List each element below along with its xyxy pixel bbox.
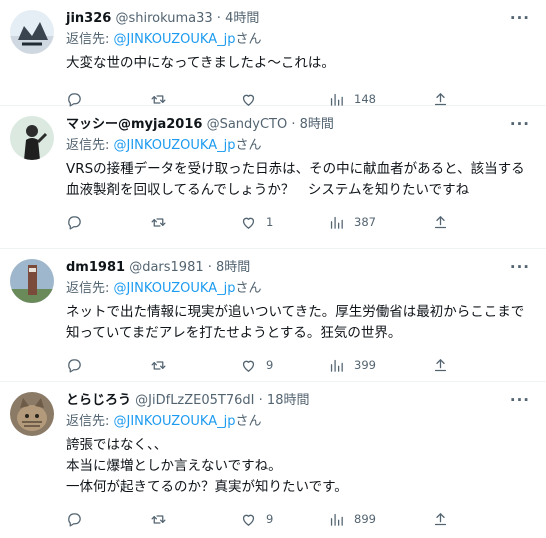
retweet-icon bbox=[151, 514, 166, 524]
reply-to-link[interactable]: @JINKOUZOUKA_jp bbox=[114, 414, 236, 429]
reply-context: 返信先: @JINKOUZOUKA_jpさん bbox=[66, 137, 532, 155]
reply-suffix: さん bbox=[235, 138, 262, 153]
reply-to-link[interactable]: @JINKOUZOUKA_jp bbox=[114, 138, 236, 153]
retweet-icon bbox=[151, 94, 166, 104]
reply-icon bbox=[68, 358, 81, 373]
views-count: 148 bbox=[354, 92, 376, 106]
display-name[interactable]: jin326 bbox=[66, 11, 111, 26]
like-count: 9 bbox=[266, 358, 274, 372]
reply-to-link[interactable]: @JINKOUZOUKA_jp bbox=[114, 32, 236, 47]
separator-dot: · bbox=[216, 11, 221, 26]
views-icon bbox=[330, 216, 343, 229]
retweet-button[interactable] bbox=[150, 213, 176, 231]
handle[interactable]: @dars1981 bbox=[129, 260, 203, 275]
handle[interactable]: @shirokuma33 bbox=[115, 11, 212, 26]
tweet-header: マッシー@myja2016 @SandyCTO · 8時間 bbox=[66, 116, 532, 134]
tweet-text: VRSの接種データを受け取った日赤は、その中に献血者があると、該当する血液製剤を… bbox=[66, 161, 525, 198]
reply-suffix: さん bbox=[235, 32, 262, 47]
separator-dot: · bbox=[207, 260, 212, 275]
views-button[interactable]: 899 bbox=[328, 510, 376, 528]
views-button[interactable]: 399 bbox=[328, 356, 376, 374]
reply-icon bbox=[68, 215, 81, 230]
display-name[interactable]: とらじろう bbox=[66, 393, 131, 408]
share-button[interactable] bbox=[432, 356, 449, 374]
handle[interactable]: @JiDfLzZE05T76dI bbox=[135, 393, 254, 408]
handle[interactable]: @SandyCTO bbox=[207, 117, 288, 132]
display-name[interactable]: マッシー@myja2016 bbox=[66, 117, 202, 132]
reply-button[interactable] bbox=[66, 510, 92, 528]
reply-prefix: 返信先: bbox=[66, 414, 114, 429]
like-button[interactable]: 1 bbox=[240, 213, 273, 231]
retweet-icon bbox=[151, 360, 166, 370]
more-icon[interactable]: ··· bbox=[510, 115, 530, 133]
action-bar: 1 387 bbox=[66, 205, 532, 241]
more-icon[interactable]: ··· bbox=[510, 9, 530, 27]
tweet-header: とらじろう @JiDfLzZE05T76dI · 18時間 bbox=[66, 392, 532, 410]
like-count: 9 bbox=[266, 512, 274, 526]
tweet-text: ネットで出た情報に現実が追いついてきた。厚生労働省は最初からここまで知っていてま… bbox=[66, 304, 525, 341]
views-button[interactable]: 387 bbox=[328, 213, 376, 231]
retweet-button[interactable] bbox=[150, 510, 176, 528]
reply-context: 返信先: @JINKOUZOUKA_jpさん bbox=[66, 280, 532, 298]
reply-suffix: さん bbox=[235, 414, 262, 429]
views-icon bbox=[330, 93, 343, 106]
tweet[interactable]: dm1981 @dars1981 · 8時間 ··· 返信先: @JINKOUZ… bbox=[0, 249, 546, 382]
reply-icon bbox=[68, 512, 81, 527]
share-icon bbox=[434, 92, 447, 105]
timestamp[interactable]: 18時間 bbox=[267, 393, 310, 408]
retweet-button[interactable] bbox=[150, 356, 176, 374]
reply-to-link[interactable]: @JINKOUZOUKA_jp bbox=[114, 281, 236, 296]
avatar[interactable] bbox=[10, 116, 54, 160]
action-bar: 9 899 bbox=[66, 502, 532, 538]
reply-context: 返信先: @JINKOUZOUKA_jpさん bbox=[66, 413, 532, 431]
reply-prefix: 返信先: bbox=[66, 32, 114, 47]
more-icon[interactable]: ··· bbox=[510, 258, 530, 276]
views-icon bbox=[330, 359, 343, 372]
timestamp[interactable]: 8時間 bbox=[300, 117, 334, 132]
separator-dot: · bbox=[258, 393, 263, 408]
tweet[interactable]: マッシー@myja2016 @SandyCTO · 8時間 ··· 返信先: @… bbox=[0, 106, 546, 249]
like-icon bbox=[242, 217, 255, 229]
tweet[interactable]: jin326 @shirokuma33 · 4時間 ··· 返信先: @JINK… bbox=[0, 0, 546, 107]
like-button[interactable]: 9 bbox=[240, 356, 273, 374]
retweet-icon bbox=[151, 217, 166, 227]
share-icon bbox=[434, 512, 447, 525]
views-count: 387 bbox=[354, 215, 376, 229]
tweet-header: dm1981 @dars1981 · 8時間 bbox=[66, 259, 532, 277]
reply-button[interactable] bbox=[66, 213, 92, 231]
reply-suffix: さん bbox=[235, 281, 262, 296]
views-icon bbox=[330, 513, 343, 526]
more-icon[interactable]: ··· bbox=[510, 391, 530, 409]
like-button[interactable]: 9 bbox=[240, 510, 273, 528]
like-icon bbox=[242, 360, 255, 372]
tweet[interactable]: とらじろう @JiDfLzZE05T76dI · 18時間 ··· 返信先: @… bbox=[0, 382, 546, 536]
reply-context: 返信先: @JINKOUZOUKA_jpさん bbox=[66, 31, 532, 49]
like-icon bbox=[242, 514, 255, 526]
reply-icon bbox=[68, 92, 81, 107]
reply-button[interactable] bbox=[66, 356, 92, 374]
share-button[interactable] bbox=[432, 510, 449, 528]
display-name[interactable]: dm1981 bbox=[66, 260, 125, 275]
tweet-text: 誇張ではなく、、 本当に爆増としか言えないですね。 一体何が起きてるのか？真実が… bbox=[66, 437, 348, 495]
action-bar: 9 399 bbox=[66, 348, 532, 384]
avatar[interactable] bbox=[10, 259, 54, 303]
avatar[interactable] bbox=[10, 10, 54, 54]
tweet-header: jin326 @shirokuma33 · 4時間 bbox=[66, 10, 532, 28]
tweet-text: 大変な世の中になってきましたよ〜これは。 bbox=[66, 55, 335, 71]
reply-prefix: 返信先: bbox=[66, 138, 114, 153]
share-icon bbox=[434, 215, 447, 228]
separator-dot: · bbox=[291, 117, 296, 132]
views-count: 899 bbox=[354, 512, 376, 526]
timestamp[interactable]: 4時間 bbox=[225, 11, 259, 26]
avatar[interactable] bbox=[10, 392, 54, 436]
timestamp[interactable]: 8時間 bbox=[216, 260, 250, 275]
like-icon bbox=[242, 94, 255, 106]
reply-prefix: 返信先: bbox=[66, 281, 114, 296]
views-count: 399 bbox=[354, 358, 376, 372]
share-icon bbox=[434, 358, 447, 371]
share-button[interactable] bbox=[432, 213, 449, 231]
like-count: 1 bbox=[266, 215, 274, 229]
